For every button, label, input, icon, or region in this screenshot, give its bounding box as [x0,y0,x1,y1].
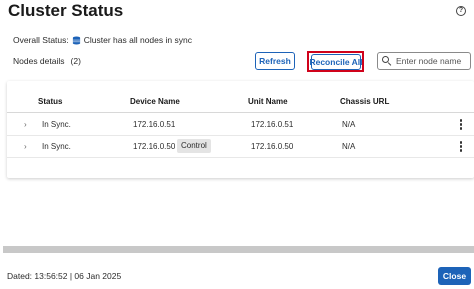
overall-status-text: Cluster has all nodes in sync [83,35,192,45]
chevron-right-icon[interactable]: › [24,120,27,129]
nodes-table: Status Device Name Unit Name Chassis URL… [7,81,474,178]
row-actions-icon[interactable] [459,119,463,131]
search-icon [382,56,392,66]
column-header-unit-name[interactable]: Unit Name [248,97,288,106]
row-device-name: 172.16.0.50 [133,142,176,151]
search-box[interactable] [377,52,471,70]
table-row[interactable]: › In Sync. 172.16.0.50 Control 172.16.0.… [7,136,474,158]
row-device-name: 172.16.0.51 [133,120,176,129]
table-row[interactable]: › In Sync. 172.16.0.51 172.16.0.51 N/A [7,114,474,136]
nodes-details: Nodes details (2) [13,56,81,66]
row-status: In Sync. [42,120,71,129]
help-icon[interactable]: ? [456,6,466,16]
reconcile-all-button[interactable]: Reconcile All [309,54,363,70]
overall-status-label: Overall Status: [13,35,69,45]
control-badge: Control [177,139,211,153]
column-header-device-name[interactable]: Device Name [130,97,180,106]
column-header-status[interactable]: Status [38,97,62,106]
search-input[interactable] [396,56,468,66]
row-unit-name: 172.16.0.51 [251,120,294,129]
refresh-button[interactable]: Refresh [255,52,295,70]
row-status: In Sync. [42,142,71,151]
page-title: Cluster Status [8,1,124,20]
close-button[interactable]: Close [438,267,471,285]
row-chassis-url: N/A [342,142,356,151]
row-actions-icon[interactable] [459,141,463,153]
nodes-count: (2) [70,56,81,66]
horizontal-scrollbar[interactable] [3,246,474,253]
column-header-chassis-url[interactable]: Chassis URL [340,97,389,106]
nodes-details-label: Nodes details [13,56,65,66]
table-header: Status Device Name Unit Name Chassis URL [7,81,474,113]
reconcile-highlight: Reconcile All [307,51,364,72]
row-chassis-url: N/A [342,120,356,129]
dated-timestamp: Dated: 13:56:52 | 06 Jan 2025 [7,271,122,281]
overall-status: Overall Status: Cluster has all nodes in… [13,35,192,45]
database-icon [72,35,80,45]
chevron-right-icon[interactable]: › [24,142,27,151]
row-unit-name: 172.16.0.50 [251,142,294,151]
